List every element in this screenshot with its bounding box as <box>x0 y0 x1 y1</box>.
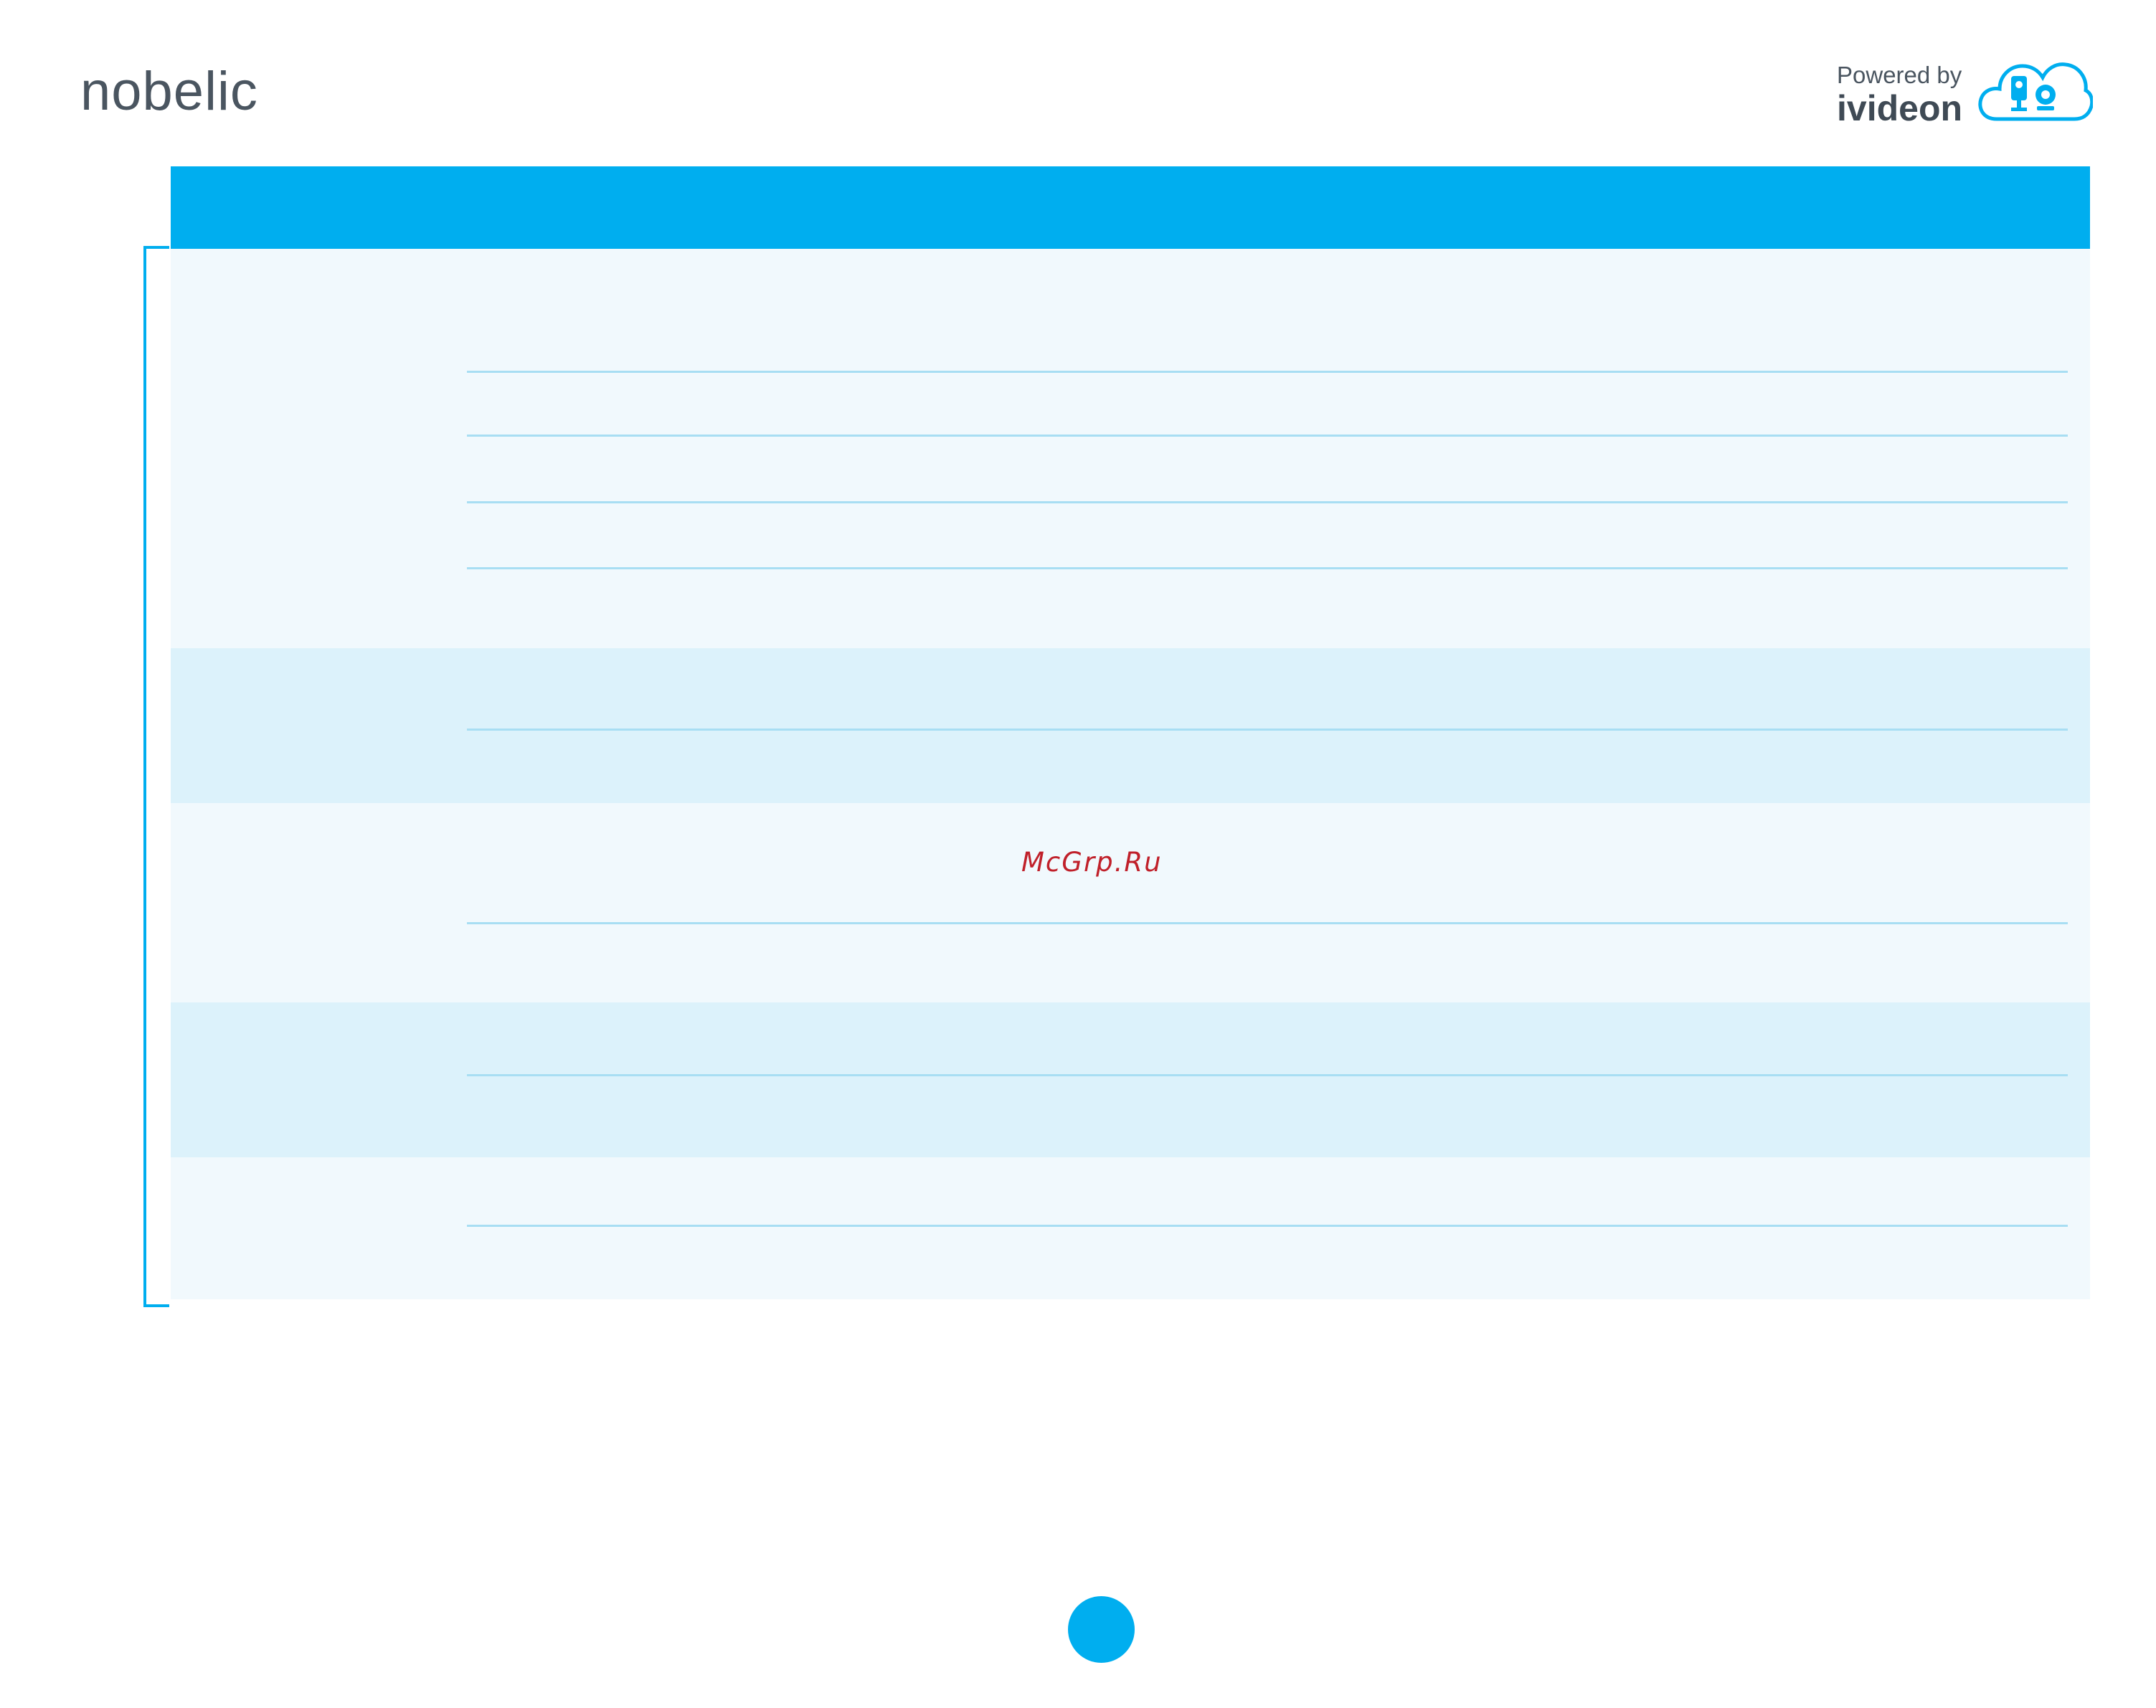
table-row-divider <box>467 1225 2068 1227</box>
powered-by-label: Powered by <box>1837 62 1962 88</box>
camera-lens-left <box>2015 81 2023 88</box>
table-row-divider <box>467 1074 2068 1076</box>
camera-base-left <box>2011 108 2027 111</box>
cloud-camera-icon <box>1978 62 2093 121</box>
table-row-divider <box>467 501 2068 503</box>
table-section-5 <box>171 1157 2090 1299</box>
camera-base-right <box>2037 106 2054 110</box>
nobelic-logo: nobelic <box>80 61 258 122</box>
table-header-bar <box>171 166 2090 249</box>
table-row-divider <box>467 435 2068 437</box>
table-section-4 <box>171 1002 2090 1157</box>
table-row-divider <box>467 729 2068 731</box>
ivideon-wordmark: ivideon <box>1837 88 1963 128</box>
page-number-marker <box>1068 1596 1135 1663</box>
table-row-divider <box>467 567 2068 569</box>
table-section-1 <box>171 249 2090 648</box>
table-row-divider <box>467 371 2068 373</box>
table-section-2 <box>171 648 2090 803</box>
table-row-divider <box>467 922 2068 924</box>
section-bracket <box>143 246 169 1307</box>
watermark-text: McGrp.Ru <box>1021 847 1163 878</box>
camera-lens-right <box>2041 90 2050 99</box>
table-section-3 <box>171 803 2090 1002</box>
